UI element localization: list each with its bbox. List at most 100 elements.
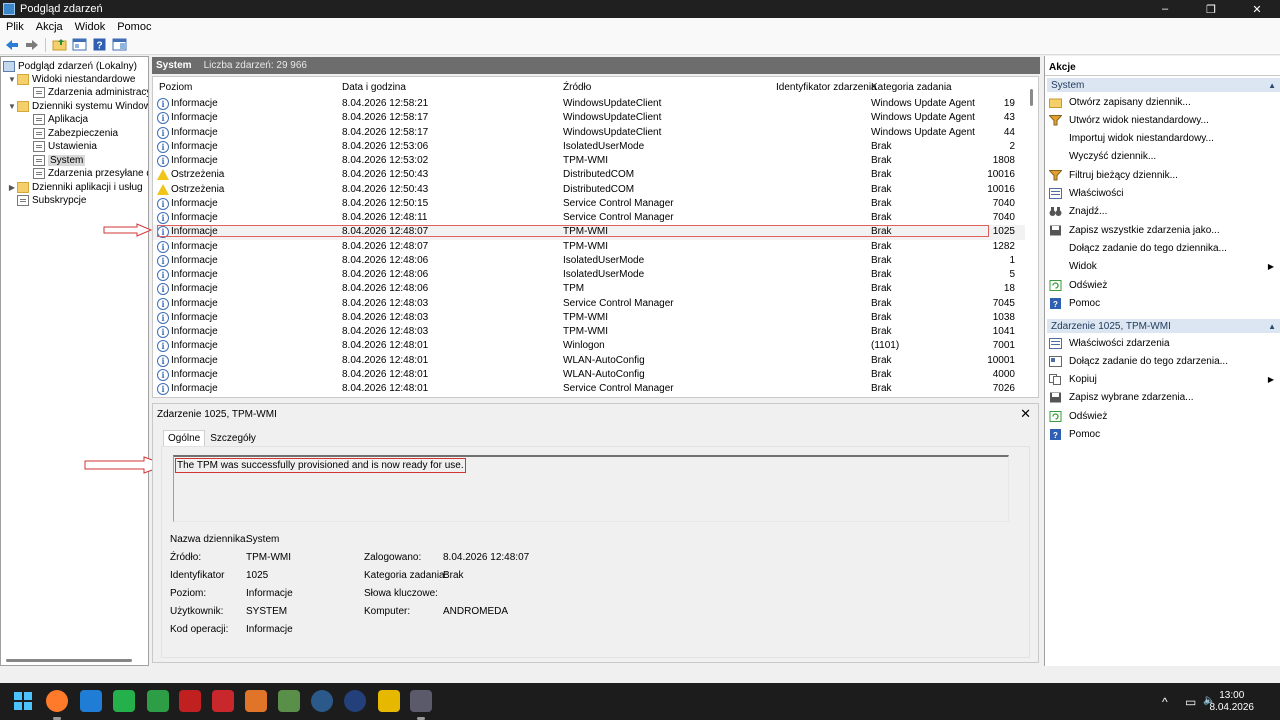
- chevron-down-icon[interactable]: ▼: [7, 75, 17, 84]
- app-icon[interactable]: [113, 690, 135, 712]
- forward-arrow-icon[interactable]: [23, 37, 40, 53]
- actions-section-event[interactable]: Zdarzenie 1025, TPM-WMI ▲: [1047, 319, 1280, 333]
- table-row[interactable]: i Informacje 8.04.2026 12:53:02 TPM-WMI 1808…: [153, 154, 1025, 168]
- collapse-icon[interactable]: ▲: [1268, 81, 1276, 90]
- action-item[interactable]: Zapisz wszystkie zdarzenia jako...: [1049, 222, 1277, 238]
- app-icon[interactable]: [147, 690, 169, 712]
- close-icon[interactable]: ✕: [1020, 406, 1031, 422]
- gear-icon[interactable]: [311, 690, 333, 712]
- table-row[interactable]: i Informacje 8.04.2026 12:48:06 IsolatedUse…: [153, 268, 1025, 282]
- cell-source: Service Control Manager: [563, 197, 674, 209]
- menu-help[interactable]: Pomoc: [111, 21, 157, 33]
- tree-item-custom-views[interactable]: ▼ Widoki niestandardowe: [7, 73, 135, 86]
- table-row[interactable]: i Informacje 8.04.2026 12:48:01 Winlogon 700…: [153, 339, 1025, 353]
- tree-item-root[interactable]: Podgląd zdarzeń (Lokalny): [3, 60, 137, 73]
- panel-icon[interactable]: [71, 37, 88, 53]
- windows-start-icon[interactable]: [12, 690, 34, 712]
- table-row[interactable]: i Informacje 8.04.2026 12:48:01 Service Con…: [153, 382, 1025, 396]
- panel-view-icon[interactable]: [111, 37, 128, 53]
- tab-details[interactable]: Szczegóły: [205, 430, 261, 447]
- table-row[interactable]: i Informacje 8.04.2026 12:58:17 WindowsUpda…: [153, 126, 1025, 140]
- chevron-down-icon[interactable]: ▼: [7, 102, 17, 111]
- action-item[interactable]: Dołącz zadanie do tego dziennika...: [1049, 240, 1277, 256]
- horizontal-scrollbar[interactable]: [6, 659, 132, 662]
- action-item[interactable]: Zapisz wybrane zdarzenia...: [1049, 390, 1277, 406]
- column-date[interactable]: Data i godzina: [342, 82, 406, 93]
- maximize-button[interactable]: ❐: [1188, 0, 1234, 18]
- cell-source: TPM-WMI: [563, 226, 608, 238]
- chevron-right-icon[interactable]: ▶: [7, 183, 17, 192]
- action-item[interactable]: Odśwież: [1049, 277, 1277, 293]
- table-row[interactable]: i Informacje 8.04.2026 12:48:03 Service Con…: [153, 297, 1025, 311]
- table-row[interactable]: Ostrzeżenia 8.04.2026 12:50:43 Distributed…: [153, 183, 1025, 197]
- tree-item-setup[interactable]: Ustawienia: [33, 140, 97, 153]
- firefox-icon[interactable]: [46, 690, 68, 712]
- tree-item-windows-logs[interactable]: ▼ Dzienniki systemu Windows: [7, 100, 148, 113]
- action-item[interactable]: Wyczyść dziennik...: [1049, 149, 1277, 165]
- tree-item-security[interactable]: Zabezpieczenia: [33, 127, 118, 140]
- action-item[interactable]: Znajdź...: [1049, 204, 1277, 220]
- action-item[interactable]: Właściwości: [1049, 186, 1277, 202]
- action-item[interactable]: Właściwości zdarzenia: [1049, 335, 1277, 351]
- app-icon[interactable]: [80, 690, 102, 712]
- steam-icon[interactable]: [344, 690, 366, 712]
- action-item[interactable]: ? Pomoc: [1049, 295, 1277, 311]
- table-row[interactable]: i Informacje 8.04.2026 12:48:03 TPM-WMI 1038…: [153, 311, 1025, 325]
- column-category[interactable]: Kategoria zadania: [871, 82, 952, 93]
- action-item[interactable]: Dołącz zadanie do tego zdarzenia...: [1049, 353, 1277, 369]
- tree-item-subscriptions[interactable]: Subskrypcje: [17, 194, 86, 207]
- table-row[interactable]: Ostrzeżenia 8.04.2026 12:50:43 Distributed…: [153, 168, 1025, 182]
- table-row[interactable]: i Informacje 8.04.2026 12:58:21 WindowsUpda…: [153, 97, 1025, 111]
- menu-file[interactable]: Plik: [0, 21, 30, 33]
- app-icon[interactable]: [378, 690, 400, 712]
- actions-section-system[interactable]: System ▲: [1047, 78, 1280, 92]
- tree-item-admin-events[interactable]: Zdarzenia administracyjne: [33, 86, 148, 99]
- table-row[interactable]: i Informacje 8.04.2026 12:48:06 TPM 18 Brak: [153, 282, 1025, 296]
- app-icon[interactable]: [278, 690, 300, 712]
- action-item[interactable]: ? Pomoc: [1049, 427, 1277, 443]
- table-row[interactable]: i Informacje 8.04.2026 12:58:17 WindowsUpda…: [153, 111, 1025, 125]
- close-button[interactable]: ✕: [1234, 0, 1280, 18]
- tree-item-app-services[interactable]: ▶ Dzienniki aplikacji i usług: [7, 181, 143, 194]
- folder-up-icon[interactable]: [51, 37, 68, 53]
- action-item[interactable]: Odśwież: [1049, 408, 1277, 424]
- action-item[interactable]: Importuj widok niestandardowy...: [1049, 131, 1277, 147]
- action-item[interactable]: Utwórz widok niestandardowy...: [1048, 112, 1277, 128]
- description-box[interactable]: The TPM was successfully provisioned and…: [173, 455, 1009, 522]
- tree-item-system[interactable]: System: [33, 154, 86, 167]
- menu-action[interactable]: Akcja: [30, 21, 69, 33]
- app-icon[interactable]: [179, 690, 201, 712]
- menu-view[interactable]: Widok: [69, 21, 112, 33]
- app-icon[interactable]: [212, 690, 234, 712]
- tray-chevron-icon[interactable]: ^: [1162, 695, 1168, 709]
- back-arrow-icon[interactable]: [3, 37, 20, 53]
- table-row[interactable]: i Informacje 8.04.2026 12:48:07 TPM-WMI 1282…: [153, 240, 1025, 254]
- table-row[interactable]: i Informacje 8.04.2026 12:50:15 Service Con…: [153, 197, 1025, 211]
- column-event-id[interactable]: Identyfikator zdarzenia: [776, 82, 877, 93]
- table-row[interactable]: i Informacje 8.04.2026 12:48:01 WLAN-AutoCo…: [153, 354, 1025, 368]
- action-item[interactable]: Kopiuj ▶: [1049, 372, 1277, 388]
- table-row[interactable]: i Informacje 8.04.2026 12:53:06 IsolatedUse…: [153, 140, 1025, 154]
- network-icon[interactable]: ▭: [1185, 695, 1196, 709]
- table-row[interactable]: i Informacje 8.04.2026 12:48:06 IsolatedUse…: [153, 254, 1025, 268]
- submenu-arrow-icon: ▶: [1267, 375, 1274, 385]
- action-item[interactable]: Widok ▶: [1049, 259, 1277, 275]
- clock[interactable]: 13:00 8.04.2026: [1210, 690, 1255, 714]
- action-item[interactable]: Otwórz zapisany dziennik...: [1049, 94, 1277, 110]
- table-row[interactable]: i Informacje 8.04.2026 12:48:01 WLAN-AutoCo…: [153, 368, 1025, 382]
- event-viewer-icon[interactable]: [410, 690, 432, 712]
- action-item[interactable]: Filtruj bieżący dziennik...: [1048, 167, 1277, 183]
- minimize-button[interactable]: –: [1142, 0, 1188, 18]
- help-icon[interactable]: ?: [91, 37, 108, 53]
- table-row[interactable]: i Informacje 8.04.2026 12:48:07 TPM-WMI 1025…: [153, 225, 1025, 240]
- tree-item-forwarded[interactable]: Zdarzenia przesyłane dale: [33, 167, 148, 180]
- tree-item-application[interactable]: Aplikacja: [33, 113, 88, 126]
- table-row[interactable]: i Informacje 8.04.2026 12:48:11 Service Con…: [153, 211, 1025, 225]
- cpu-icon[interactable]: [245, 690, 267, 712]
- column-level[interactable]: Poziom: [159, 82, 192, 93]
- tab-general[interactable]: Ogólne: [163, 430, 206, 447]
- collapse-icon[interactable]: ▲: [1268, 322, 1276, 331]
- vertical-scrollbar[interactable]: [1030, 89, 1033, 106]
- column-source[interactable]: Źródło: [563, 82, 591, 93]
- table-row[interactable]: i Informacje 8.04.2026 12:48:03 TPM-WMI 1041…: [153, 325, 1025, 339]
